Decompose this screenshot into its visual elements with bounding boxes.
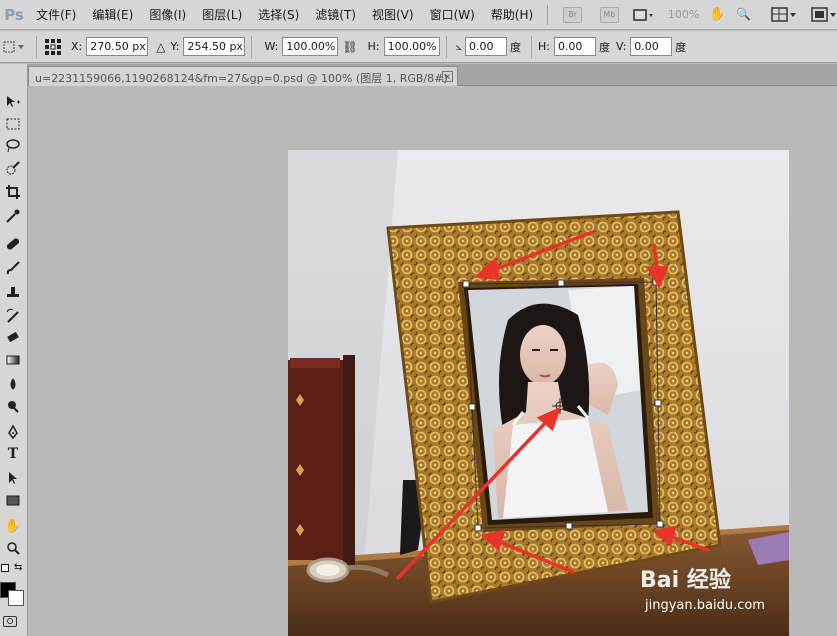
eraser-tool-icon[interactable]: [2, 328, 24, 348]
baidu-watermark: Bai 经验: [640, 568, 731, 593]
close-tab-icon[interactable]: ×: [442, 71, 453, 82]
options-separator: [530, 35, 532, 58]
options-separator: [251, 35, 253, 58]
delta-icon[interactable]: △: [156, 40, 165, 54]
w-label: W:: [264, 40, 279, 53]
menu-help[interactable]: 帮助(H): [483, 0, 541, 30]
h-skew-label: H:: [537, 40, 550, 53]
quick-mask-icon[interactable]: [3, 616, 17, 627]
y-position-field[interactable]: 254.50 px: [183, 37, 246, 56]
film-icon[interactable]: [632, 7, 654, 23]
lasso-tool-icon[interactable]: [2, 136, 24, 156]
y-label: Y:: [170, 40, 180, 53]
toolbox: T ✋ ⇆: [0, 64, 28, 636]
ps-logo: Ps: [4, 5, 24, 24]
mini-bridge-button[interactable]: Mb: [599, 6, 619, 23]
path-selection-tool-icon[interactable]: [2, 468, 24, 488]
height-percent-field[interactable]: 100.00%: [383, 37, 440, 56]
history-brush-tool-icon[interactable]: [2, 306, 24, 326]
background-color-swatch[interactable]: [8, 590, 24, 606]
pen-tool-icon[interactable]: [2, 422, 24, 442]
v-skew-unit: 度: [675, 40, 687, 54]
photoshop-window: Ps 文件(F) 编辑(E) 图像(I) 图层(L) 选择(S) 滤镜(T) 视…: [0, 0, 837, 636]
options-bar: X: 270.50 px △ Y: 254.50 px W: 100.00% ⛓…: [0, 31, 837, 63]
menu-window[interactable]: 窗口(W): [422, 0, 483, 30]
rotate-angle-icon: ⦣: [455, 39, 462, 53]
document-tab[interactable]: u=2231159066,1190268124&fm=27&gp=0.psd @…: [28, 66, 458, 86]
screen-mode-icon[interactable]: [811, 6, 837, 23]
x-position-field[interactable]: 270.50 px: [86, 37, 149, 56]
brush-tool-icon[interactable]: [2, 258, 24, 278]
watermark-url: jingyan.baidu.com: [645, 598, 765, 613]
move-tool-icon[interactable]: [2, 92, 24, 112]
document-tab-bar: u=2231159066,1190268124&fm=27&gp=0.psd @…: [28, 64, 837, 86]
zoom-tool-icon[interactable]: [2, 538, 24, 558]
v-skew-label: V:: [615, 40, 627, 53]
v-skew-field[interactable]: 0.00: [630, 37, 673, 56]
options-separator: [36, 35, 37, 58]
x-label: X:: [71, 40, 83, 53]
type-tool-icon[interactable]: T: [2, 444, 24, 464]
blur-tool-icon[interactable]: [2, 374, 24, 394]
rectangle-tool-icon[interactable]: [2, 490, 24, 510]
menu-image[interactable]: 图像(I): [141, 0, 194, 30]
angle-unit: 度: [509, 40, 521, 54]
default-colors-icon[interactable]: [1, 564, 9, 572]
menu-edit[interactable]: 编辑(E): [84, 0, 141, 30]
reference-point-icon[interactable]: [43, 37, 65, 57]
bridge-button[interactable]: Br: [563, 6, 582, 23]
arrange-documents-icon[interactable]: [771, 6, 797, 23]
menu-bar: Ps 文件(F) 编辑(E) 图像(I) 图层(L) 选择(S) 滤镜(T) 视…: [0, 0, 837, 30]
gradient-tool-icon[interactable]: [2, 350, 24, 370]
dodge-tool-icon[interactable]: [2, 396, 24, 416]
menu-view[interactable]: 视图(V): [364, 0, 422, 30]
crop-tool-icon[interactable]: [2, 182, 24, 202]
healing-brush-tool-icon[interactable]: [2, 234, 24, 254]
quick-selection-tool-icon[interactable]: [2, 158, 24, 178]
width-percent-field[interactable]: 100.00%: [282, 37, 339, 56]
marquee-tool-icon[interactable]: [2, 114, 24, 134]
menu-select[interactable]: 选择(S): [250, 0, 307, 30]
hand-icon[interactable]: ✋: [709, 7, 726, 23]
swap-colors-icon[interactable]: ⇆: [14, 562, 22, 573]
document-tab-title: u=2231159066,1190268124&fm=27&gp=0.psd @…: [35, 72, 448, 85]
hand-tool-icon[interactable]: ✋: [2, 516, 24, 536]
eyedropper-tool-icon[interactable]: [2, 206, 24, 226]
zoom-level[interactable]: 100%: [668, 8, 699, 21]
rotate-angle-field[interactable]: 0.00: [464, 37, 507, 56]
menu-file[interactable]: 文件(F): [28, 0, 84, 30]
zoom-tool-icon[interactable]: 🔍: [736, 7, 753, 23]
h-label: H:: [367, 40, 380, 53]
menu-filter[interactable]: 滤镜(T): [307, 0, 364, 30]
clone-stamp-tool-icon[interactable]: [2, 282, 24, 302]
h-skew-unit: 度: [598, 40, 610, 54]
link-icon[interactable]: ⛓: [342, 40, 357, 54]
move-tool-preset-icon[interactable]: [0, 37, 30, 57]
menu-layer[interactable]: 图层(L): [194, 0, 250, 30]
h-skew-field[interactable]: 0.00: [553, 37, 596, 56]
menu-separator: [547, 4, 549, 25]
options-separator: [445, 35, 447, 58]
